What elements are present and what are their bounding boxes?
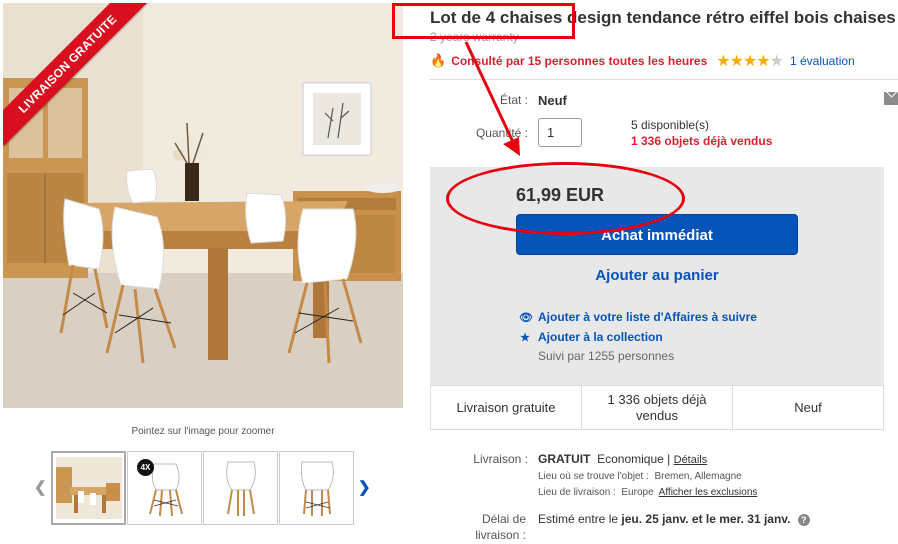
star-icon: ★ — [520, 331, 530, 344]
thumbnail-room-image — [55, 457, 122, 519]
shipping-summary: GRATUIT Economique | Détails — [538, 452, 707, 466]
rating-link[interactable]: 1 évaluation — [790, 54, 855, 68]
zoom-hint: Pointez sur l'image pour zoomer — [131, 426, 275, 437]
annotation-price-highlight — [446, 162, 685, 235]
condition-label: État : — [499, 93, 528, 107]
feature-bar: Livraison gratuite 1 336 objets déjà ven… — [430, 385, 884, 430]
watch-link[interactable]: 👁 Ajouter à votre liste d'Affaires à sui… — [519, 310, 757, 324]
collection-link[interactable]: ★ Ajouter à la collection — [519, 330, 663, 344]
quantity-badge: 4X — [137, 459, 154, 476]
estimate-prefix: Estimé entre le — [538, 512, 619, 526]
ship-to: Lieu de livraison : Europe Afficher les … — [538, 487, 757, 498]
item-location: Lieu où se trouve l'objet : Bremen, Alle… — [538, 471, 742, 482]
ship-to-value: Europe — [621, 487, 654, 498]
star-icon: ★ — [769, 53, 784, 70]
star-icon: ★ — [756, 53, 770, 70]
chair-image — [225, 461, 256, 516]
delay-label-1: Délai de — [481, 512, 526, 526]
mail-icon[interactable] — [884, 92, 898, 105]
main-product-image[interactable]: LIVRAISON GRATUITE — [3, 3, 403, 408]
views-row: 🔥 Consulté par 15 personnes toutes les h… — [430, 52, 898, 70]
item-location-label: Lieu où se trouve l'objet : — [538, 471, 649, 482]
thumbnail-3[interactable] — [203, 451, 278, 525]
ship-to-label: Lieu de livraison : — [538, 487, 616, 498]
quantity-input[interactable] — [538, 118, 582, 147]
chevron-right-icon[interactable]: ❯ — [358, 478, 371, 496]
estimate-from: jeu. 25 janv. — [621, 512, 689, 526]
shipping-label: Livraison : — [473, 452, 528, 466]
thumbnail-2[interactable]: 4X — [127, 451, 202, 525]
estimate-mid: et le — [691, 512, 716, 526]
divider — [430, 79, 898, 80]
chair-image — [300, 461, 334, 516]
add-to-cart-button[interactable]: Ajouter au panier — [516, 262, 798, 290]
sold-count: 1 336 objets déjà vendus — [631, 134, 773, 148]
shipping-free: GRATUIT — [538, 452, 591, 466]
condition-value: Neuf — [538, 93, 567, 108]
thumbnail-4[interactable] — [279, 451, 354, 525]
chevron-left-icon[interactable]: ❮ — [34, 478, 47, 496]
fire-icon: 🔥 — [430, 53, 447, 68]
thumbnail-strip: 4X — [51, 451, 354, 525]
feature-condition: Neuf — [794, 399, 822, 415]
quantity-label: Quantité : — [475, 126, 528, 140]
estimate-to: mer. 31 janv. — [719, 512, 791, 526]
eye-icon: 👁 — [519, 311, 533, 324]
annotation-title-highlight — [392, 3, 575, 39]
rating-stars[interactable]: ★★★★★ — [716, 52, 784, 70]
collection-link-label: Ajouter à la collection — [538, 330, 663, 344]
available-count: 5 disponible(s) — [631, 118, 710, 132]
feature-free-shipping: Livraison gratuite — [431, 386, 582, 429]
shipping-method: Economique | — [597, 452, 671, 466]
item-location-value: Bremen, Allemagne — [654, 471, 742, 482]
help-icon[interactable]: ? — [797, 513, 810, 526]
thumbnail-1[interactable] — [51, 451, 126, 525]
watch-link-label: Ajouter à votre liste d'Affaires à suivr… — [538, 310, 757, 324]
views-counter: Consulté par 15 personnes toutes les heu… — [451, 54, 708, 68]
star-icon: ★ — [742, 53, 757, 70]
star-icon: ★ — [716, 53, 730, 70]
delivery-estimate: Estimé entre le jeu. 25 janv. et le mer.… — [538, 512, 810, 526]
shipping-details-link[interactable]: Détails — [674, 454, 708, 466]
exclusions-link[interactable]: Afficher les exclusions — [659, 487, 758, 498]
delay-label-2: livraison : — [475, 528, 526, 542]
followers-count: Suivi par 1255 personnes — [538, 349, 675, 363]
feature-sold-count: 1 336 objets déjà vendus — [582, 386, 733, 429]
star-icon: ★ — [729, 53, 744, 70]
